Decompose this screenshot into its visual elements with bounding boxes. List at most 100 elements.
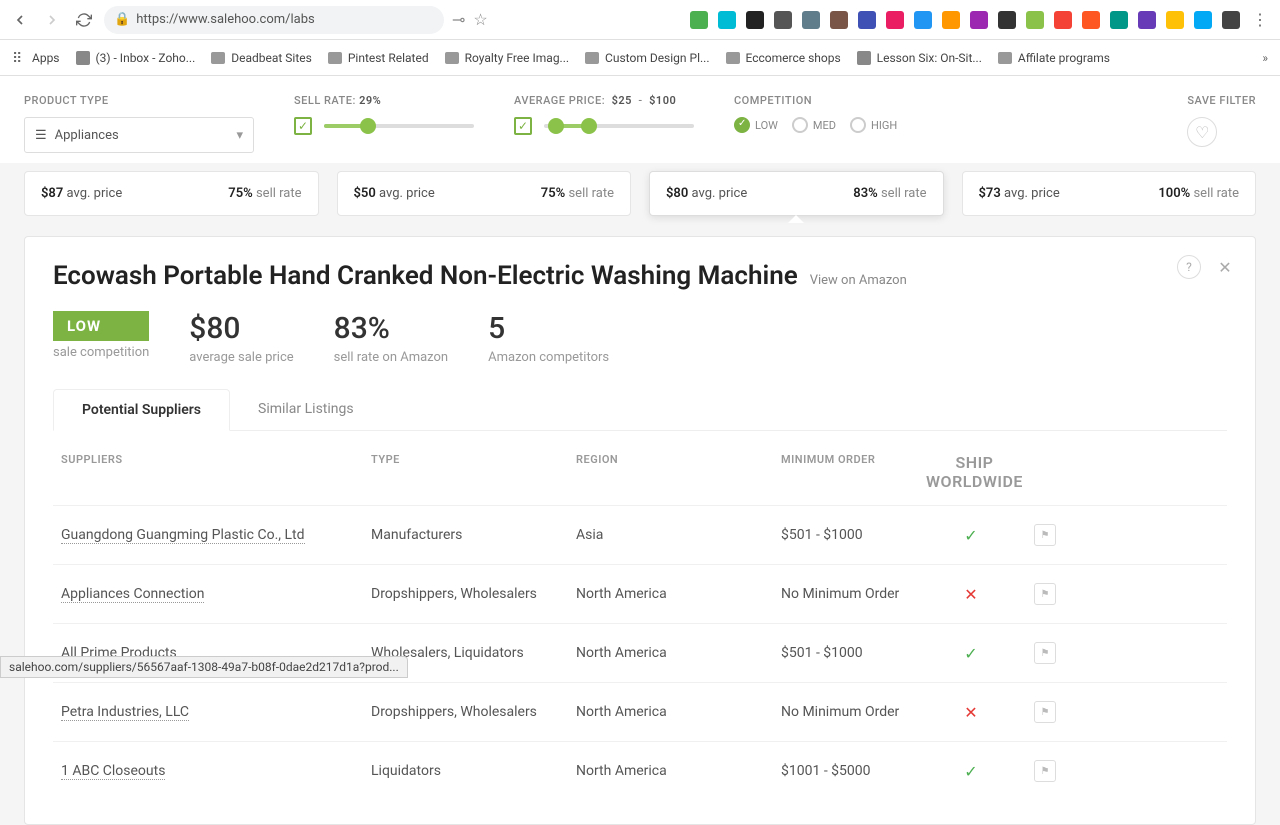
address-bar[interactable]: 🔒 https://www.salehoo.com/labs (104, 6, 444, 34)
key-icon[interactable]: ⊸ (452, 10, 465, 29)
ship-worldwide-icon: ✕ (926, 703, 1016, 722)
extension-icon[interactable] (1026, 11, 1044, 29)
supplier-row: Petra Industries, LLC Dropshippers, Whol… (53, 682, 1227, 741)
bookmark-label: Custom Design Pl... (605, 51, 709, 65)
flag-button[interactable]: ⚑ (1034, 642, 1056, 664)
bookmark-label: (3) - Inbox - Zoho... (96, 51, 196, 65)
extension-icon[interactable] (998, 11, 1016, 29)
bookmark-label: Apps (32, 51, 60, 65)
browser-toolbar: 🔒 https://www.salehoo.com/labs ⊸ ☆ ⋮ (0, 0, 1280, 40)
flag-button[interactable]: ⚑ (1034, 524, 1056, 546)
flag-button[interactable]: ⚑ (1034, 701, 1056, 723)
bookmark-item[interactable]: Deadbeat Sites (211, 51, 312, 65)
card-price: $73 avg. price (979, 186, 1060, 201)
bookmark-item[interactable]: Custom Design Pl... (585, 51, 709, 65)
extension-icon[interactable] (1194, 11, 1212, 29)
card-rate: 75% sell rate (228, 186, 301, 201)
forward-button[interactable] (40, 8, 64, 32)
extension-icon[interactable] (1138, 11, 1156, 29)
sell-rate-checkbox[interactable]: ✓ (294, 117, 312, 135)
folder-icon (998, 52, 1012, 64)
reload-button[interactable] (72, 8, 96, 32)
supplier-type: Liquidators (371, 763, 576, 779)
extension-icon[interactable] (718, 11, 736, 29)
tab-potential-suppliers[interactable]: Potential Suppliers (53, 389, 230, 431)
help-button[interactable]: ? (1177, 255, 1201, 279)
extension-icon[interactable] (1222, 11, 1240, 29)
supplier-region: North America (576, 763, 781, 779)
menu-button[interactable]: ⋮ (1248, 8, 1272, 32)
avg-price-slider[interactable] (544, 124, 694, 128)
close-button[interactable]: ✕ (1213, 255, 1237, 279)
extension-icon[interactable] (942, 11, 960, 29)
flag-button[interactable]: ⚑ (1034, 583, 1056, 605)
supplier-name-link[interactable]: Guangdong Guangming Plastic Co., Ltd (61, 527, 305, 544)
product-type-value: Appliances (55, 128, 119, 143)
product-type-select[interactable]: ☰ Appliances ▾ (24, 117, 254, 153)
competition-badge-sub: sale competition (53, 345, 149, 360)
extension-icon[interactable] (774, 11, 792, 29)
extension-icon[interactable] (802, 11, 820, 29)
competition-high[interactable]: HIGH (850, 117, 897, 133)
extension-icon[interactable] (886, 11, 904, 29)
star-icon[interactable]: ☆ (473, 10, 487, 29)
product-title: Ecowash Portable Hand Cranked Non-Electr… (53, 261, 798, 291)
supplier-min-order: No Minimum Order (781, 704, 926, 720)
back-button[interactable] (8, 8, 32, 32)
bookmark-item[interactable]: Royalty Free Imag... (445, 51, 569, 65)
bookmark-item[interactable]: Eccomerce shops (726, 51, 841, 65)
extension-icon[interactable] (1110, 11, 1128, 29)
list-icon: ☰ (35, 128, 47, 143)
extension-icons (690, 11, 1240, 29)
supplier-min-order: $501 - $1000 (781, 645, 926, 661)
product-detail-panel: ? ✕ Ecowash Portable Hand Cranked Non-El… (24, 236, 1256, 825)
chevron-down-icon: ▾ (236, 128, 243, 143)
competition-low[interactable]: LOW (734, 117, 778, 133)
extension-icon[interactable] (1054, 11, 1072, 29)
bookmark-item[interactable]: ⠿ Apps (12, 51, 60, 65)
bookmark-item[interactable]: Pintest Related (328, 51, 429, 65)
supplier-name-link[interactable]: 1 ABC Closeouts (61, 763, 165, 780)
product-card[interactable]: $80 avg. price83% sell rate (649, 171, 944, 216)
bookmark-label: Affilate programs (1018, 51, 1110, 65)
extension-icon[interactable] (830, 11, 848, 29)
card-rate: 83% sell rate (853, 186, 926, 201)
card-rate: 75% sell rate (541, 186, 614, 201)
extension-icon[interactable] (1166, 11, 1184, 29)
folder-icon (211, 52, 225, 64)
bookmark-item[interactable]: Affilate programs (998, 51, 1110, 65)
supplier-name-link[interactable]: Appliances Connection (61, 586, 204, 603)
folder-icon (445, 52, 459, 64)
supplier-min-order: $501 - $1000 (781, 527, 926, 543)
avg-price-checkbox[interactable]: ✓ (514, 117, 532, 135)
folder-icon (585, 52, 599, 64)
extension-icon[interactable] (746, 11, 764, 29)
flag-button[interactable]: ⚑ (1034, 760, 1056, 782)
sell-rate-slider[interactable] (324, 124, 474, 128)
extension-icon[interactable] (1082, 11, 1100, 29)
bookmark-item[interactable]: (3) - Inbox - Zoho... (76, 51, 196, 65)
competition-med[interactable]: MED (792, 117, 836, 133)
ship-worldwide-icon: ✓ (926, 644, 1016, 663)
avg-price-sub: average sale price (189, 350, 293, 365)
product-card[interactable]: $73 avg. price100% sell rate (962, 171, 1257, 216)
bookmarks-overflow[interactable]: » (1262, 51, 1268, 65)
extension-icon[interactable] (690, 11, 708, 29)
view-on-amazon-link[interactable]: View on Amazon (810, 273, 907, 288)
extension-icon[interactable] (914, 11, 932, 29)
filter-bar: PRODUCT TYPE ☰ Appliances ▾ SELL RATE: 2… (0, 76, 1280, 163)
product-card[interactable]: $87 avg. price75% sell rate (24, 171, 319, 216)
competitors-value: 5 (488, 311, 609, 346)
apps-icon: ⠿ (12, 51, 26, 65)
bookmark-item[interactable]: Lesson Six: On-Sit... (857, 51, 982, 65)
competitors-sub: Amazon competitors (488, 350, 609, 365)
save-filter-button[interactable]: ♡ (1187, 117, 1217, 147)
supplier-type: Dropshippers, Wholesalers (371, 586, 576, 602)
status-bar: salehoo.com/suppliers/56567aaf-1308-49a7… (0, 656, 408, 678)
supplier-name-link[interactable]: Petra Industries, LLC (61, 704, 189, 721)
extension-icon[interactable] (858, 11, 876, 29)
folder-icon (328, 52, 342, 64)
extension-icon[interactable] (970, 11, 988, 29)
product-card[interactable]: $50 avg. price75% sell rate (337, 171, 632, 216)
tab-similar-listings[interactable]: Similar Listings (230, 389, 382, 430)
